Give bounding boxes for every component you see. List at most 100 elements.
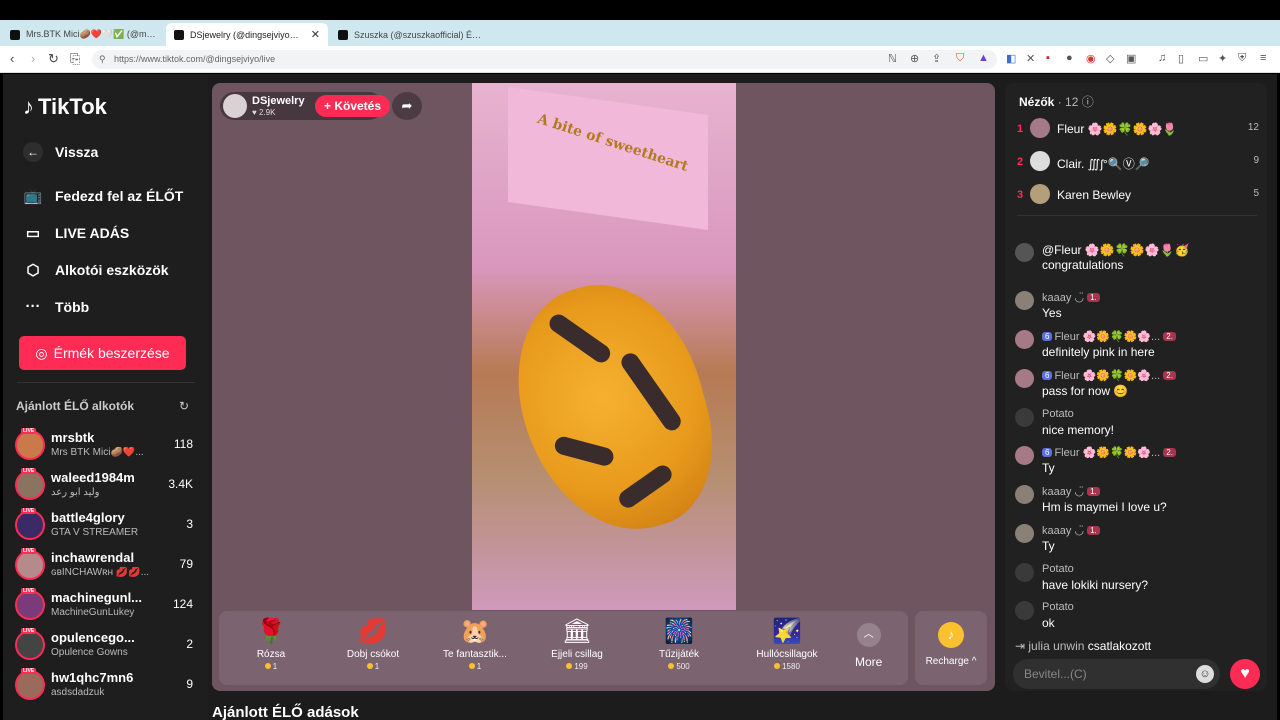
live-video-stream[interactable]: A bite of sweetheart <box>472 83 736 610</box>
top-viewer-row[interactable]: 1 Fleur 🌸🌼🍀🌼🌸🌷 12 <box>1017 115 1259 143</box>
avatar <box>15 550 45 580</box>
bookmark-icon[interactable]: ⎘ <box>70 51 80 67</box>
coin-icon <box>366 663 373 669</box>
chevron-up-icon: ︿ <box>856 623 881 647</box>
address-bar: ‹ › ↻ ⎘ ⚲ https://www.tiktok.com/@dingse… <box>0 46 1280 73</box>
nav-go-live[interactable]: ▭ LIVE ADÁS <box>23 224 129 242</box>
more-gifts-button[interactable]: ︿ More <box>855 623 882 669</box>
avatar <box>1015 446 1034 465</box>
extension-icon[interactable]: ● <box>1066 52 1073 64</box>
forward-arrow-icon[interactable]: › <box>31 51 35 66</box>
vpn-shield-icon[interactable]: ⛨ <box>1238 52 1246 65</box>
gift-kiss[interactable]: 💋 Dobj csókot 1 <box>323 617 423 671</box>
zoom-icon[interactable]: ⊕ <box>910 52 919 65</box>
squishy-toy-image <box>494 263 734 553</box>
recharge-button[interactable]: ♪ Recharge ^ <box>915 611 987 685</box>
live-badge: LIVE <box>21 468 37 474</box>
gift-night-star[interactable]: 🏛 Éjjeli csillag 199 <box>527 617 627 671</box>
avatar <box>15 470 45 500</box>
back-arrow-icon[interactable]: ‹ <box>10 51 14 66</box>
live-badge: LIVE <box>21 628 37 634</box>
brave-shield-icon[interactable]: ⛉ <box>956 52 964 65</box>
nav-creator-tools[interactable]: ⬡ Alkotói eszközök <box>23 261 168 279</box>
nav-explore-live[interactable]: 📺 Fedezd fel az ÉLŐT <box>23 187 184 205</box>
coin-icon <box>468 663 475 669</box>
top-viewer-row[interactable]: 2 Clair. ∭ʃ°🔍Ⓥ🔎 9 <box>1017 148 1259 176</box>
heart-icon[interactable]: ♥ <box>1230 659 1260 689</box>
gift-shooting-stars[interactable]: 🌠 Hullócsillagok 1580 <box>737 617 837 671</box>
avatar <box>15 510 45 540</box>
level-badge: 6 <box>1042 448 1053 457</box>
streamer-info[interactable]: DSjewelry ♥ 2.9K + Követés <box>220 92 390 120</box>
translate-icon[interactable]: ℕ <box>888 52 897 65</box>
share-page-icon[interactable]: ⇪ <box>932 52 941 65</box>
creator-item[interactable]: LIVE battle4glory GTA V STREAMER 3 <box>15 508 195 544</box>
top-viewer-row[interactable]: 3 Karen Bewley 5 <box>1017 181 1259 209</box>
music-icon[interactable]: ♫ <box>1158 52 1166 64</box>
get-coins-button[interactable]: ◎ Érmék beszerzése <box>19 336 186 370</box>
avatar <box>1030 184 1050 204</box>
reload-icon[interactable]: ↻ <box>48 51 59 67</box>
tiktok-favicon-icon <box>174 29 184 40</box>
shooting-star-icon: 🌠 <box>772 618 802 645</box>
extension-icon[interactable]: ◇ <box>1106 52 1114 65</box>
avatar <box>15 670 45 700</box>
coin-icon <box>668 663 675 669</box>
info-icon[interactable]: ⓘ <box>1082 95 1094 109</box>
gift-fantastic[interactable]: 🐹 Te fantasztik... 1 <box>425 617 525 671</box>
creator-item[interactable]: LIVE inchawrendal ɢʙINCHAWʀʜ 💋💋... 79 <box>15 548 195 584</box>
creator-item[interactable]: LIVE waleed1984m وليد ابو رعد 3.4K <box>15 468 195 504</box>
back-button[interactable]: ← Vissza <box>23 142 98 162</box>
screen-top-bar <box>0 0 1280 20</box>
browser-tab-strip: Mrs.BTK Mici🥔❤️🤍✅ (@mrsbtk) DSjewelry (@… <box>0 20 1280 59</box>
wallet-icon[interactable]: ▭ <box>1198 52 1208 65</box>
gift-rose[interactable]: 🌹 Rózsa 1 <box>221 617 321 671</box>
extension-icon[interactable]: ◧ <box>1006 52 1016 65</box>
viewers-header[interactable]: Nézők · 12 ⓘ <box>1019 93 1094 110</box>
emoji-icon[interactable]: ☺ <box>1196 665 1214 683</box>
live-tv-icon: 📺 <box>23 188 43 205</box>
extension-icon[interactable]: ✕ <box>1026 52 1035 65</box>
fan-badge: 1. <box>1087 526 1100 535</box>
streamer-name[interactable]: DSjewelry <box>252 95 305 107</box>
coin-icon <box>566 663 573 669</box>
avatar <box>15 630 45 660</box>
site-info-icon[interactable]: ⚲ <box>99 54 106 65</box>
enter-icon: ⇥ <box>1015 639 1029 653</box>
creator-item[interactable]: LIVE mrsbtk Mrs BTK Mici🥔❤️... 118 <box>15 428 195 464</box>
creator-item[interactable]: LIVE opulencego... Opulence Gowns 2 <box>15 628 195 664</box>
live-badge: LIVE <box>21 508 37 514</box>
chat-input[interactable]: Bevitel...(C) <box>1013 659 1220 689</box>
share-arrow-icon[interactable]: ➦ <box>392 92 422 120</box>
gift-fireworks[interactable]: 🎆 Tűzijáték 500 <box>629 617 729 671</box>
close-tab-icon[interactable]: ✕ <box>311 28 320 41</box>
tiktok-logo[interactable]: ♪ TikTok <box>23 94 107 120</box>
suggested-lives-title: Ajánlott ÉLŐ adások <box>212 704 359 720</box>
tiktok-live-page: ♪ TikTok ← Vissza 📺 Fedezd fel az ÉLŐT ▭… <box>3 74 1277 720</box>
menu-icon[interactable]: ≡ <box>1260 52 1266 64</box>
live-player: A bite of sweetheart DSjewelry ♥ 2.9K + … <box>212 83 995 691</box>
url-field[interactable]: ⚲ https://www.tiktok.com/@dingsejviyo/li… <box>92 50 997 69</box>
follow-button[interactable]: + Követés <box>315 95 390 117</box>
creator-item[interactable]: LIVE machinegunl... MachineGunLukey 124 <box>15 588 195 624</box>
browser-tab-szuszka[interactable]: Szuszka (@szuszkaofficial) ÉLŐ adás <box>330 23 492 46</box>
creator-item[interactable]: LIVE hw1qhc7mn6 asdsdadzuk 9 <box>15 668 195 704</box>
browser-tab-dsjewelry[interactable]: DSjewelry (@dingsejviyo) ÉLŐ ✕ <box>166 23 328 46</box>
extension-icon[interactable]: ▪ <box>1046 52 1050 64</box>
avatar <box>1015 291 1034 310</box>
rewards-icon[interactable]: ▲ <box>978 52 989 64</box>
rose-icon: 🌹 <box>256 618 286 645</box>
suggested-creators-title: Ajánlott ÉLŐ alkotók <box>16 399 135 413</box>
video-camera-icon: ▭ <box>25 225 41 242</box>
leo-icon[interactable]: ✦ <box>1218 52 1227 65</box>
avatar <box>1015 369 1034 388</box>
coin-icon: ◎ <box>35 344 48 361</box>
streamer-avatar[interactable] <box>223 94 247 118</box>
lips-icon: 💋 <box>358 618 388 645</box>
refresh-icon[interactable]: ↻ <box>179 399 189 413</box>
sidebar-toggle-icon[interactable]: ▯ <box>1178 52 1184 65</box>
nav-more[interactable]: ··· Több <box>23 298 90 315</box>
browser-tab-mrsbtk[interactable]: Mrs.BTK Mici🥔❤️🤍✅ (@mrsbtk) <box>2 23 164 46</box>
extension-icon[interactable]: ◉ <box>1086 52 1096 65</box>
extension-icon[interactable]: ▣ <box>1126 52 1136 65</box>
